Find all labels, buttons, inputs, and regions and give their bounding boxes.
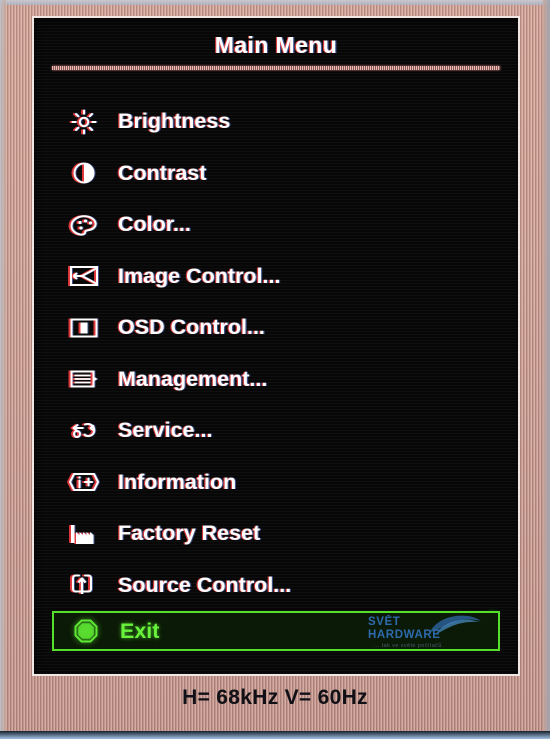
menu-item-label: Contrast (118, 160, 207, 185)
menu-item-label: Brightness (118, 109, 231, 134)
osd-title: Main Menu (214, 32, 338, 58)
information-icon (64, 467, 104, 497)
photo-edge-right (543, 0, 550, 739)
menu-item-source-control[interactable]: Source Control... (34, 560, 518, 612)
management-icon (64, 364, 104, 394)
swoosh-icon (430, 615, 481, 634)
menu-item-label: Image Control... (118, 263, 281, 288)
watermark-text: SVĚT HARDWARE (368, 616, 484, 641)
menu-item-information[interactable]: Information (34, 457, 518, 509)
menu-item-management[interactable]: Management... (34, 354, 518, 406)
osd-control-icon (64, 313, 104, 343)
contrast-half-circle-icon (64, 158, 104, 188)
menu-item-image-control[interactable]: Image Control... (34, 251, 518, 303)
menu-item-label: Information (118, 469, 237, 494)
osd-menu-list: Brightness Contrast Color... Image Contr… (34, 96, 518, 651)
source-control-icon (64, 570, 104, 600)
photo-edge-top (0, 0, 550, 5)
menu-item-color[interactable]: Color... (34, 199, 518, 251)
image-control-icon (64, 261, 104, 291)
watermark-line2: HARDWARE (368, 628, 441, 641)
photo-edge-bottom (0, 731, 550, 739)
monitor-osd-screenshot: Main Menu Brightness Contrast Color... I… (0, 0, 550, 739)
menu-item-service[interactable]: Service... (34, 405, 518, 457)
osd-panel: Main Menu Brightness Contrast Color... I… (34, 18, 518, 674)
menu-item-label: Exit (120, 618, 160, 643)
photo-edge-left (0, 0, 6, 739)
factory-reset-icon (64, 519, 104, 549)
menu-item-label: Service... (118, 418, 213, 443)
menu-item-factory-reset[interactable]: Factory Reset (34, 508, 518, 560)
menu-item-brightness[interactable]: Brightness (34, 96, 518, 148)
menu-item-contrast[interactable]: Contrast (34, 148, 518, 200)
menu-item-label: Color... (118, 212, 191, 237)
menu-item-label: Factory Reset (118, 521, 261, 546)
title-divider (52, 66, 500, 70)
menu-item-label: Source Control... (118, 572, 292, 597)
menu-item-osd-control[interactable]: OSD Control... (34, 302, 518, 354)
exit-octagon-icon (66, 616, 106, 646)
menu-item-exit[interactable]: Exit SVĚT HARDWARE ... tak ve světe počí… (52, 611, 500, 651)
brightness-sun-icon (64, 107, 104, 137)
menu-item-label: OSD Control... (118, 315, 265, 340)
service-wrench-icon (64, 416, 104, 446)
menu-item-label: Management... (118, 366, 268, 391)
color-palette-icon (64, 210, 104, 240)
svet-hardware-watermark: SVĚT HARDWARE ... tak ve světe počítačů (368, 614, 484, 649)
watermark-line1: SVĚT (368, 616, 401, 628)
watermark-tagline: ... tak ve světe počítačů (374, 643, 442, 649)
status-bar: H= 68kHz V= 60Hz (182, 686, 368, 709)
